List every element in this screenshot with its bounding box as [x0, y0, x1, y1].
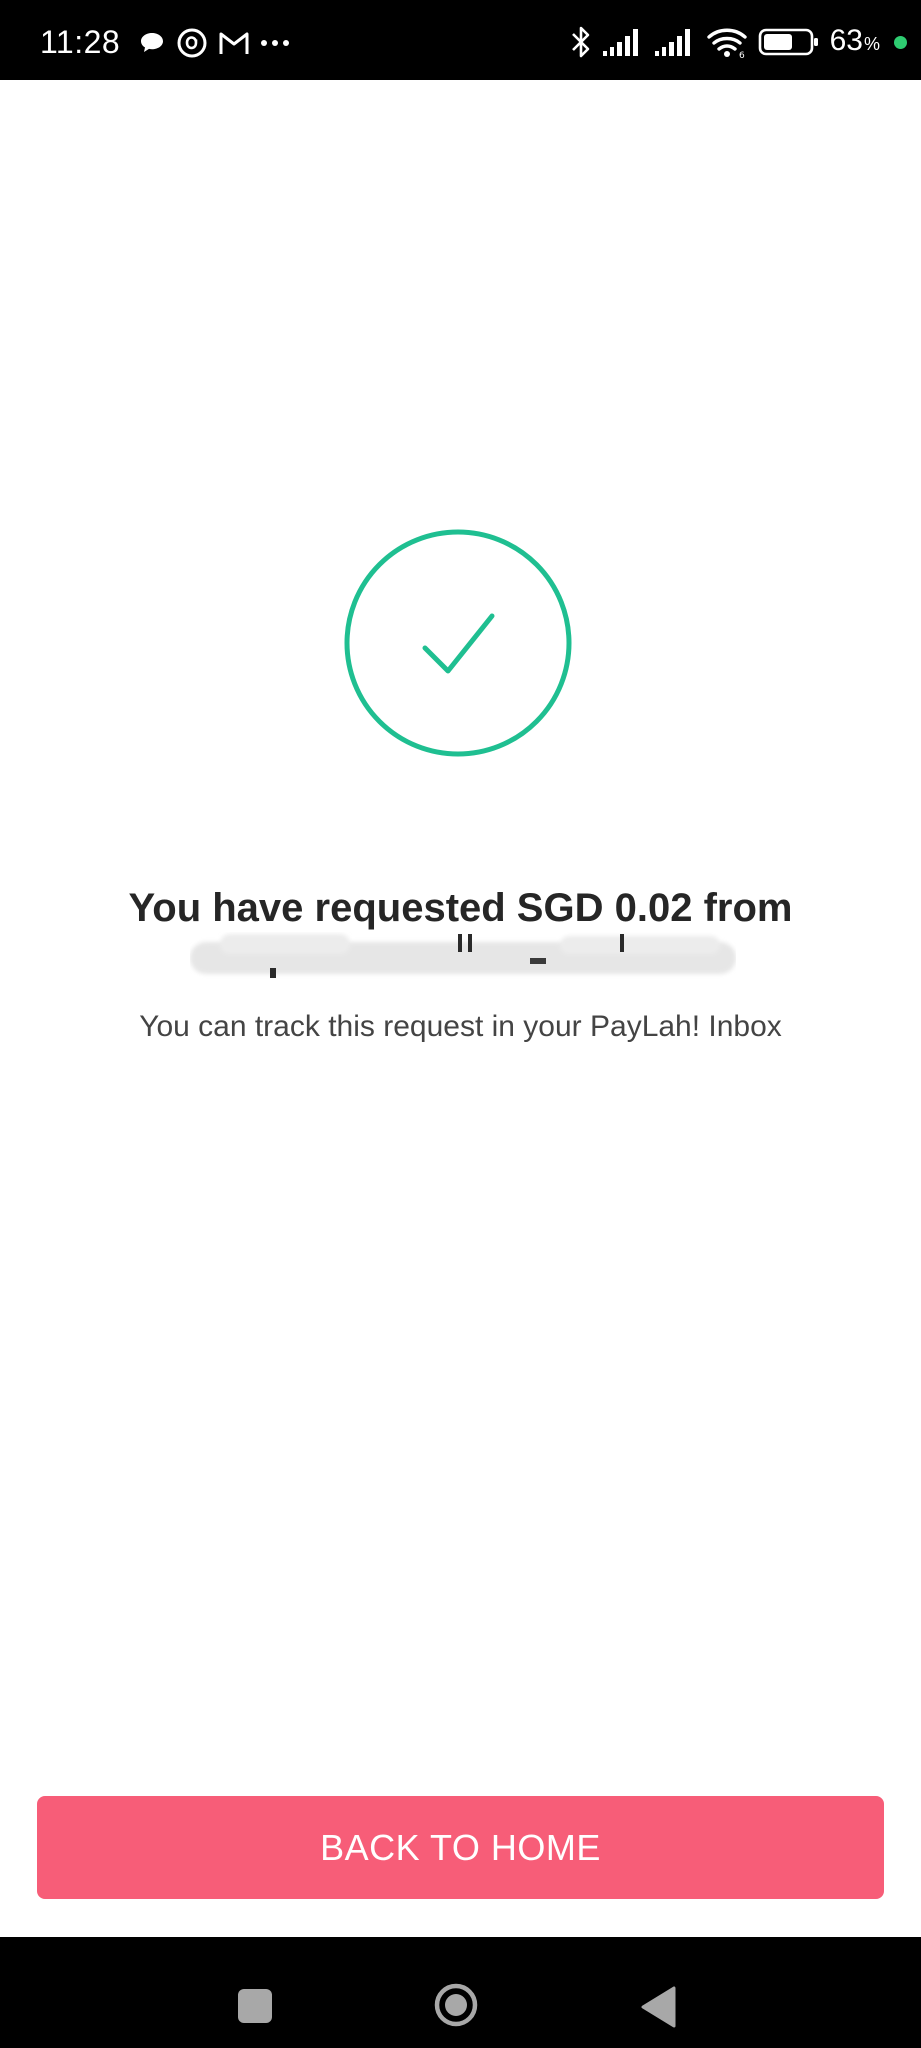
- battery-percent-value: 63: [829, 23, 863, 57]
- battery-percent: 63%: [830, 21, 880, 64]
- recent-apps-icon[interactable]: [238, 1989, 272, 2023]
- signal-icon: [602, 29, 638, 56]
- confirmation-subtitle: You can track this request in your PayLa…: [139, 1010, 782, 1043]
- check-circle-icon: [344, 529, 572, 757]
- system-icons: 6 63%: [570, 22, 907, 62]
- confirmation-title: You have requested SGD 0.02 from: [128, 886, 793, 930]
- status-time: 11:28: [40, 24, 121, 60]
- battery-icon: [758, 28, 818, 56]
- back-to-home-label: BACK TO HOME: [320, 1826, 601, 1868]
- navigation-bar: [0, 1937, 921, 2048]
- more-dots-icon: [261, 40, 289, 46]
- svg-text:6: 6: [739, 51, 745, 59]
- back-to-home-button[interactable]: BACK TO HOME: [37, 1796, 884, 1899]
- battery-percent-sign: %: [863, 33, 880, 54]
- status-dot: [894, 35, 907, 49]
- gmail-icon: [219, 32, 249, 54]
- signal-icon: [654, 29, 690, 56]
- status-bar: 11:28 6 63 %: [0, 0, 921, 80]
- chat-bubble-icon: [141, 33, 163, 52]
- bluetooth-icon: [571, 26, 589, 58]
- redacted-recipient-name: [190, 934, 736, 978]
- wifi-icon: 6: [706, 28, 747, 59]
- threads-icon: [177, 28, 207, 58]
- notification-icons: [138, 26, 290, 60]
- back-icon[interactable]: [640, 1986, 676, 2028]
- home-icon[interactable]: [433, 1982, 479, 2028]
